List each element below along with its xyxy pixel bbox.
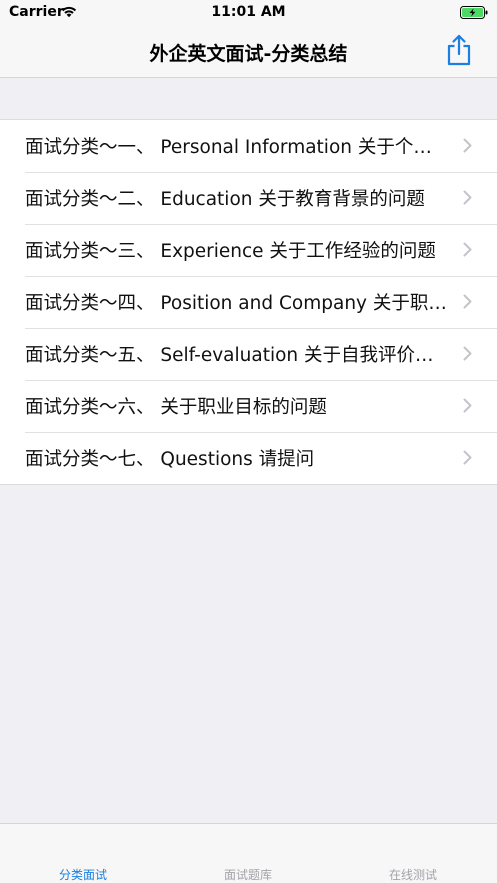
tab-bar: 分类面试 面试题库 在线测试 (0, 823, 497, 883)
list-item-label: 面试分类～六、 关于职业目标的问题 (25, 397, 327, 418)
chevron-right-icon (463, 398, 472, 413)
tab-question-bank[interactable]: 面试题库 (188, 866, 308, 883)
list-item-label: 面试分类～三、 Experience 关于工作经验的问题 (25, 241, 436, 262)
list-item-label: 面试分类～七、 Questions 请提问 (25, 449, 315, 470)
list-item[interactable]: 面试分类～五、 Self-evaluation 关于自我评价的问题 (0, 328, 497, 380)
list-item[interactable]: 面试分类～三、 Experience 关于工作经验的问题 (0, 224, 497, 276)
chevron-right-icon (463, 450, 472, 465)
list-item[interactable]: 面试分类～一、 Personal Information 关于个人信息的问题 (0, 120, 497, 172)
list-item[interactable]: 面试分类～二、 Education 关于教育背景的问题 (0, 172, 497, 224)
tab-category-interview[interactable]: 分类面试 (23, 866, 143, 883)
share-icon[interactable] (445, 34, 473, 66)
list-item-label: 面试分类～五、 Self-evaluation 关于自我评价的问题 (25, 345, 450, 366)
list-item[interactable]: 面试分类～七、 Questions 请提问 (0, 432, 497, 484)
page-title: 外企英文面试-分类总结 (149, 43, 348, 65)
status-time: 11:01 AM (211, 4, 286, 20)
list-item-label: 面试分类～一、 Personal Information 关于个人信息的问题 (25, 137, 450, 158)
chevron-right-icon (463, 138, 472, 153)
list-item-label: 面试分类～二、 Education 关于教育背景的问题 (25, 189, 425, 210)
list-item-label: 面试分类～四、 Position and Company 关于职位和公司的问题 (25, 293, 450, 314)
list-item[interactable]: 面试分类～四、 Position and Company 关于职位和公司的问题 (0, 276, 497, 328)
chevron-right-icon (463, 242, 472, 257)
chevron-right-icon (463, 190, 472, 205)
chevron-right-icon (463, 294, 472, 309)
list-item[interactable]: 面试分类～六、 关于职业目标的问题 (0, 380, 497, 432)
status-bar: Carrier 11:01 AM (0, 0, 497, 26)
navigation-bar: 外企英文面试-分类总结 (0, 26, 497, 78)
category-list: 面试分类～一、 Personal Information 关于个人信息的问题 面… (0, 119, 497, 485)
chevron-right-icon (463, 346, 472, 361)
battery-charging-icon (460, 6, 488, 19)
tab-online-test[interactable]: 在线测试 (353, 866, 473, 883)
